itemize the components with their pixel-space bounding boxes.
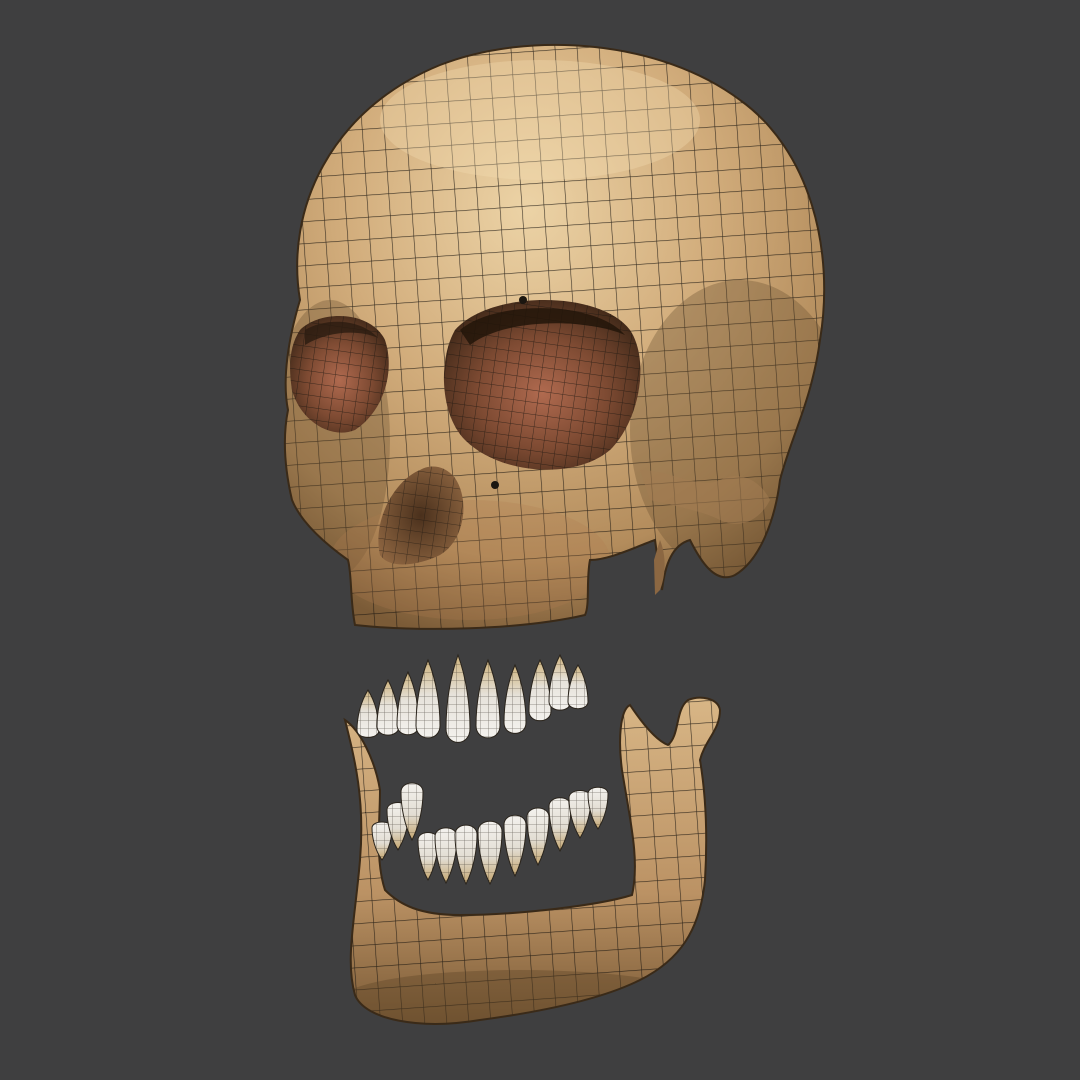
lower-tooth-wire-6 <box>455 825 477 884</box>
upper-tooth-wire-10 <box>568 665 588 709</box>
foramen-dot <box>491 481 499 489</box>
lower-tooth-wire-7 <box>478 821 502 884</box>
skull-model-render <box>283 43 826 1025</box>
lower-tooth-wire-9 <box>527 808 549 865</box>
upper-teeth <box>356 653 589 743</box>
upper-tooth-wire-7 <box>504 665 526 734</box>
eye-socket-left <box>443 300 641 470</box>
3d-viewport[interactable] <box>0 0 1080 1080</box>
foramen-dot <box>519 296 527 304</box>
lower-tooth-wire-8 <box>504 815 526 876</box>
lower-tooth-wire-5 <box>435 827 457 883</box>
mandible <box>344 696 721 1025</box>
upper-tooth-wire-2 <box>377 680 399 736</box>
upper-tooth-wire-6 <box>476 660 500 738</box>
upper-tooth-wire-8 <box>529 660 551 721</box>
lower-tooth-wire-12 <box>588 787 608 829</box>
upper-tooth-wire-5 <box>446 655 470 743</box>
lower-teeth <box>371 782 609 886</box>
lower-tooth-wire-10 <box>549 797 571 851</box>
upper-tooth-wire-1 <box>357 690 379 738</box>
upper-tooth-wire-4 <box>416 660 440 738</box>
